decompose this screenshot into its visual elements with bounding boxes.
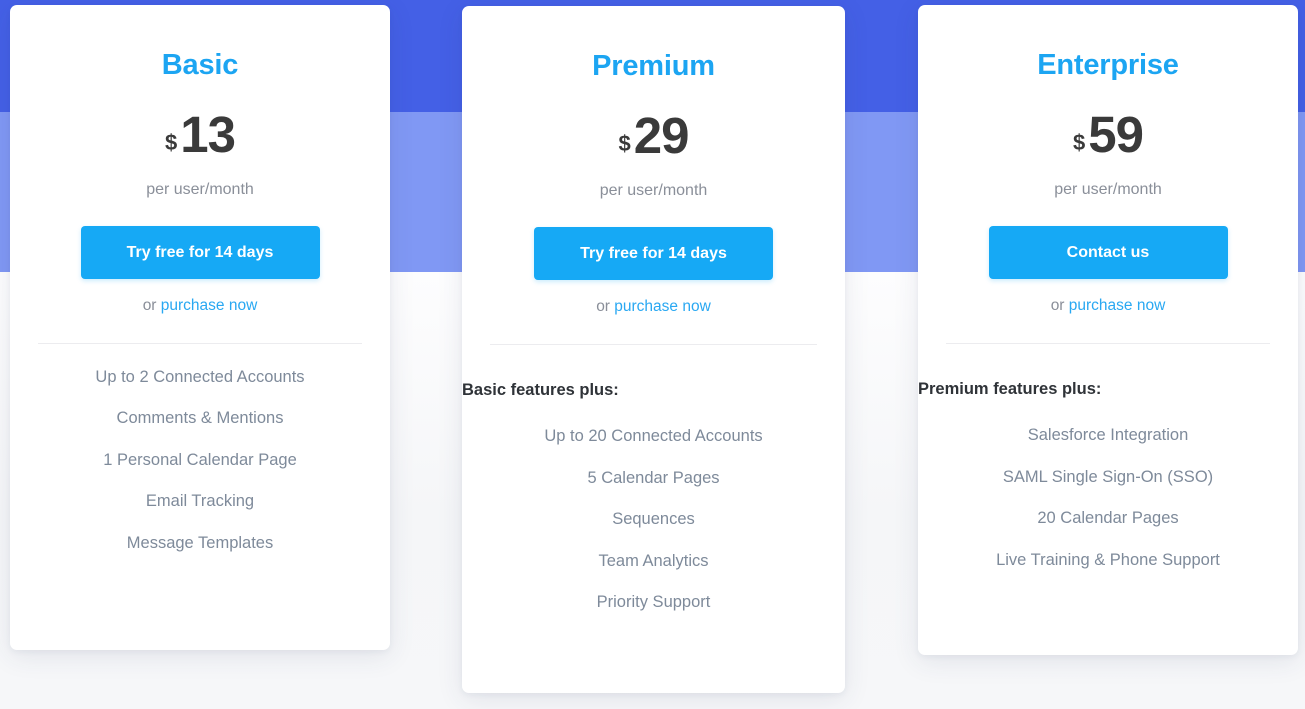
purchase-now-link-basic[interactable]: purchase now [161, 297, 258, 314]
list-item: Sequences [612, 510, 695, 528]
or-text: or [596, 298, 615, 315]
purchase-now-link-premium[interactable]: purchase now [614, 298, 711, 315]
or-text: or [1050, 297, 1069, 314]
plan-name-basic: Basic [161, 49, 239, 81]
list-item: 5 Calendar Pages [587, 468, 720, 487]
price-premium: $29 [462, 110, 845, 161]
pricing-card-basic: Basic $13 per user/month Try free for 14… [10, 5, 390, 650]
feature-heading-premium: Basic features plus: [462, 380, 619, 399]
list-item: Message Templates [126, 533, 274, 552]
cta-wrap-basic: Try free for 14 days [10, 226, 390, 279]
billing-period-basic: per user/month [146, 181, 254, 198]
trial-button-basic[interactable]: Try free for 14 days [80, 226, 320, 279]
or-text: or [142, 297, 161, 314]
purchase-line-premium: or purchase now [462, 299, 845, 315]
price-amount: 29 [633, 107, 690, 164]
list-item: Up to 2 Connected Accounts [95, 367, 305, 386]
price-enterprise: $59 [918, 109, 1298, 160]
feature-heading-enterprise: Premium features plus: [918, 379, 1102, 398]
pricing-card-premium: Premium $29 per user/month Try free for … [462, 6, 845, 693]
purchase-now-link-enterprise[interactable]: purchase now [1069, 297, 1166, 314]
card-divider-premium [490, 343, 817, 345]
list-item: Live Training & Phone Support [996, 550, 1220, 569]
plan-name-enterprise: Enterprise [1037, 49, 1179, 81]
pricing-card-grid: Basic $13 per user/month Try free for 14… [0, 0, 1305, 709]
list-item: 20 Calendar Pages [1037, 509, 1179, 527]
currency-symbol: $ [165, 130, 178, 155]
list-item: Team Analytics [598, 551, 709, 570]
list-item: Up to 20 Connected Accounts [544, 427, 763, 445]
feature-list-premium: Up to 20 Connected Accounts 5 Calendar P… [462, 428, 845, 611]
billing-period-premium: per user/month [599, 182, 708, 199]
card-divider-enterprise [946, 342, 1270, 344]
card-divider-basic [38, 342, 362, 344]
contact-us-button[interactable]: Contact us [988, 226, 1228, 279]
list-item: 1 Personal Calendar Page [103, 450, 297, 469]
price-basic: $13 [10, 109, 390, 160]
purchase-line-basic: or purchase now [10, 298, 390, 314]
list-item: Salesforce Integration [1027, 426, 1189, 444]
list-item: Priority Support [596, 593, 711, 611]
billing-period-enterprise: per user/month [1054, 181, 1162, 198]
trial-button-premium[interactable]: Try free for 14 days [534, 227, 773, 280]
price-amount: 13 [180, 106, 236, 163]
feature-list-basic: Up to 2 Connected Accounts Comments & Me… [10, 367, 390, 552]
cta-wrap-premium: Try free for 14 days [462, 227, 845, 280]
currency-symbol: $ [1073, 130, 1086, 155]
purchase-line-enterprise: or purchase now [918, 298, 1298, 314]
list-item: Email Tracking [145, 492, 255, 510]
pricing-card-enterprise: Enterprise $59 per user/month Contact us… [918, 5, 1298, 655]
list-item: Comments & Mentions [116, 409, 284, 427]
currency-symbol: $ [618, 131, 631, 156]
list-item: SAML Single Sign-On (SSO) [1002, 467, 1214, 486]
feature-list-enterprise: Salesforce Integration SAML Single Sign-… [918, 427, 1298, 568]
plan-name-premium: Premium [592, 50, 715, 82]
price-amount: 59 [1088, 106, 1144, 163]
cta-wrap-enterprise: Contact us [918, 226, 1298, 279]
